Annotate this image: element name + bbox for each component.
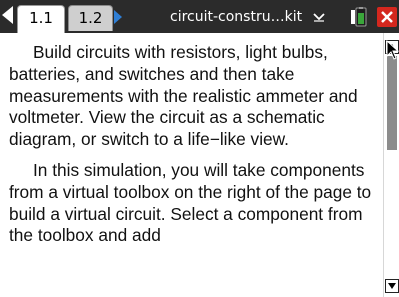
document-window: 1.1 1.2 circuit-constru…kit Build circui… (0, 0, 399, 297)
close-x-glyph (381, 11, 393, 23)
tab-label: 1.1 (29, 9, 53, 27)
vertical-scrollbar[interactable] (383, 33, 399, 297)
scroll-thumb[interactable] (387, 56, 397, 150)
mouse-pointer-icon (386, 40, 399, 60)
paragraph: In this simulation, you will take compon… (9, 159, 372, 246)
tab-page-1-2[interactable]: 1.2 (68, 5, 113, 31)
close-icon[interactable] (377, 7, 397, 27)
document-body[interactable]: Build circuits with resistors, light bul… (0, 33, 383, 297)
document-title[interactable]: circuit-constru…kit (170, 7, 330, 27)
chevron-down-icon[interactable] (313, 12, 325, 22)
tab-bar: 1.1 1.2 circuit-constru…kit (0, 0, 399, 34)
left-arrow-icon[interactable] (2, 6, 13, 24)
battery-icon (351, 7, 367, 27)
scroll-down-arrow-icon[interactable] (385, 279, 399, 293)
tab-label: 1.2 (78, 9, 103, 27)
tab-page-1-1[interactable]: 1.1 (17, 5, 65, 34)
right-arrow-icon[interactable] (114, 10, 122, 24)
paragraph: Build circuits with resistors, light bul… (9, 42, 358, 150)
